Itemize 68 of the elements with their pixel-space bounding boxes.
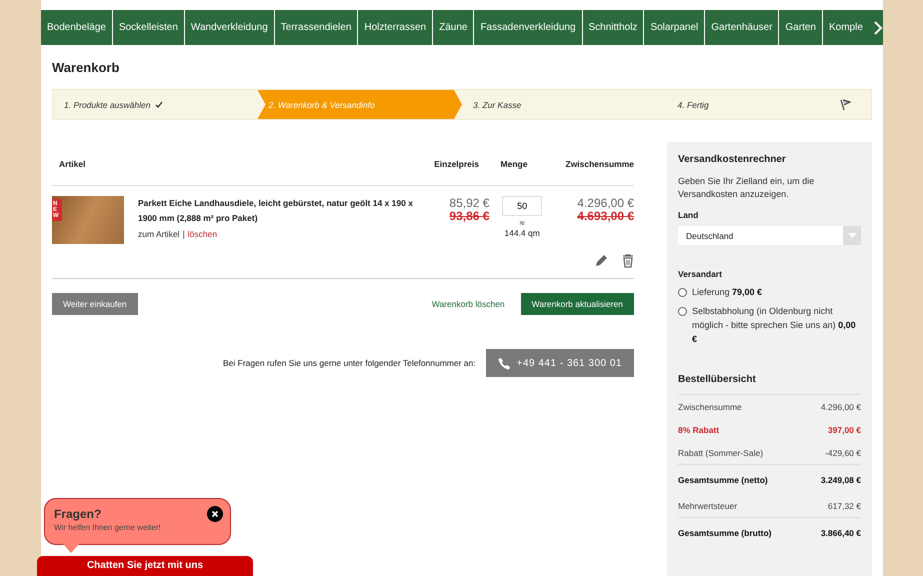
field-label: Versandart: [678, 269, 723, 279]
link-separator: |: [182, 229, 185, 239]
option-label[interactable]: Selbstabholung (in Oldenburg nicht möglich - bitte sprechen Sie uns an) 0,00 €: [692, 304, 861, 346]
country-select[interactable]: Deutschland: [678, 226, 861, 245]
summary-value: 617,32 €: [828, 500, 861, 510]
flag-icon: [839, 98, 851, 110]
summary-value: 3.249,08 €: [820, 474, 861, 484]
quantity-field[interactable]: 50: [502, 196, 542, 216]
summary-value: 4.296,00 €: [820, 402, 861, 412]
product-link[interactable]: zum Artikel: [138, 229, 180, 239]
checkout-step[interactable]: 1. Produkte auswählen: [53, 90, 258, 119]
summary-label: Zwischensumme: [678, 402, 742, 412]
trash-icon[interactable]: [622, 254, 634, 268]
section-heading: Bestellübersicht: [678, 374, 861, 395]
category-link[interactable]: Schnittholz: [582, 10, 644, 45]
phone-icon: [498, 356, 511, 370]
category-link[interactable]: Bodenbeläge: [41, 10, 113, 45]
category-link[interactable]: Sockelleisten: [112, 10, 185, 45]
summary-value: 397,00 €: [828, 424, 861, 434]
product-title[interactable]: Parkett Eiche Landhausdiele, leicht gebürstet, natur geölt 14 x 190 x 1900 mm (2,888 m² pro Paket): [138, 196, 413, 226]
old-unit-price: 93,86 €: [448, 210, 490, 223]
category-link[interactable]: Komple: [822, 10, 869, 45]
dropdown-caret-icon: [843, 226, 861, 245]
chat-button[interactable]: Chatten Sie jetzt mit uns: [37, 556, 253, 576]
old-subtotal-price: 4.693,00 €: [576, 210, 634, 223]
category-link[interactable]: Garten: [779, 10, 823, 45]
summary-value: 3.866,40 €: [820, 528, 861, 538]
column-header: Menge: [500, 158, 528, 168]
summary-label: Mehrwertsteuer: [678, 500, 738, 510]
field-label: Land: [678, 210, 700, 220]
continue-shopping-button[interactable]: Weiter einkaufen: [52, 293, 138, 315]
category-link[interactable]: Gartenhäuser: [705, 10, 780, 45]
update-cart-button[interactable]: Warenkorb aktualisieren: [520, 293, 634, 315]
category-link[interactable]: Solarpanel: [644, 10, 706, 45]
subtotal-price: 4.296,00 €: [576, 197, 634, 210]
chat-text: Wir helfen Ihnen gerne weiter!: [54, 523, 162, 532]
close-icon[interactable]: [207, 506, 223, 522]
radio-button[interactable]: [678, 307, 687, 316]
category-link[interactable]: Zäune: [433, 10, 474, 45]
info-text: Geben Sie Ihr Zielland ein, um die Versandkosten anzuzeigen.: [678, 175, 816, 201]
checkmark-icon: [155, 101, 164, 108]
checkout-step[interactable]: 4. Fertig: [666, 90, 871, 119]
column-header: Einzelpreis: [433, 158, 479, 168]
category-link[interactable]: Wandverkleidung: [184, 10, 275, 45]
chat-title: Fragen?: [54, 507, 102, 521]
category-link[interactable]: Holzterrassen: [358, 10, 434, 45]
checkout-step[interactable]: 3. Zur Kasse: [462, 90, 666, 119]
summary-label: Rabatt (Sommer-Sale): [678, 448, 764, 458]
summary-label: Gesamtsumme (netto): [678, 474, 768, 484]
summary-label: Gesamtsumme (brutto): [678, 528, 772, 538]
option-label[interactable]: Lieferung 79,00 €: [692, 285, 762, 299]
section-heading: Versandkostenrechner: [678, 154, 787, 165]
category-link[interactable]: Fassadenverkleidung: [474, 10, 583, 45]
phone-button[interactable]: +49 441 - 361 300 01: [486, 349, 634, 377]
summary-value: -429,60 €: [825, 448, 861, 458]
page-title: Warenkorb: [52, 60, 120, 75]
radio-button[interactable]: [678, 288, 687, 297]
column-header: Zwischensumme: [564, 158, 634, 168]
column-header: Artikel: [58, 158, 86, 168]
approx-sign: ≈: [520, 218, 525, 228]
summary-label: 8% Rabatt: [678, 424, 720, 434]
unit-price: 85,92 €: [448, 197, 490, 210]
clear-cart-link[interactable]: Warenkorb löschen: [432, 299, 505, 309]
category-link[interactable]: Terrassendielen: [274, 10, 358, 45]
contact-text: Bei Fragen rufen Sie uns gerne unter folgender Telefonnummer an:: [222, 358, 476, 368]
delete-link[interactable]: löschen: [188, 229, 218, 239]
area-text: 144.4 qm: [504, 228, 540, 238]
pencil-icon[interactable]: [595, 254, 608, 268]
